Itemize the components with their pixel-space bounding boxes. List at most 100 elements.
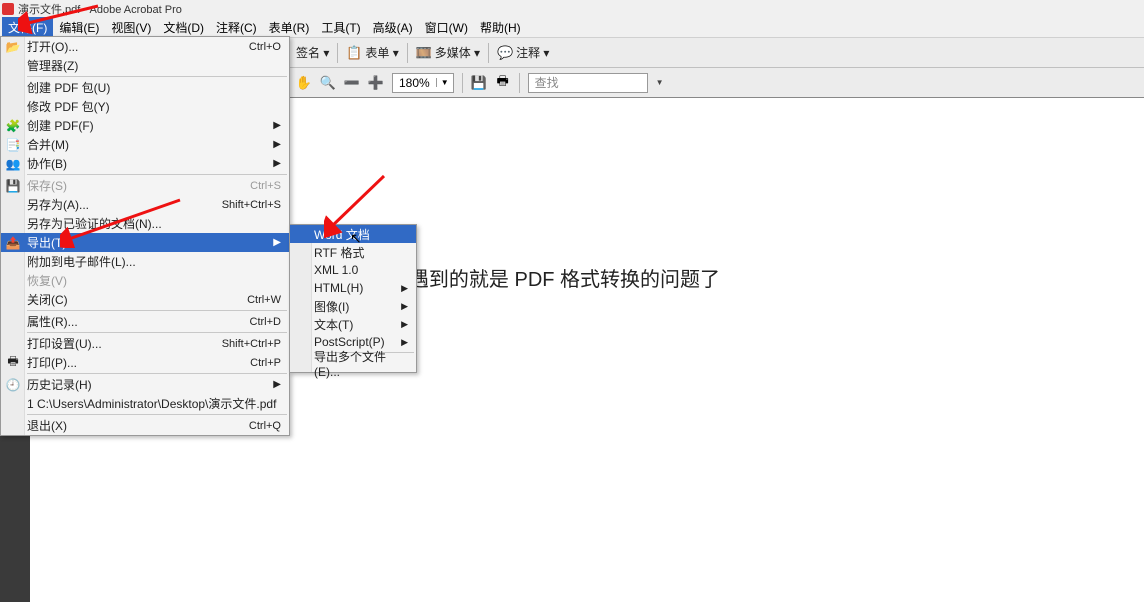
menu-shortcut: Shift+Ctrl+P (222, 338, 281, 350)
menu-separator (27, 373, 287, 374)
menu-item-label: 恢复(V) (27, 272, 67, 289)
submenu-arrow-icon: ▶ (273, 237, 281, 248)
submenu-item-label: 图像(I) (314, 298, 349, 315)
hand-tool-icon[interactable]: ✋ (296, 75, 312, 91)
menubar-item[interactable]: 工具(T) (315, 17, 366, 38)
menu-item-icon: 🖶 (5, 355, 21, 371)
submenu-arrow-icon: ▶ (401, 283, 408, 294)
menu-item-label: 修改 PDF 包(Y) (27, 98, 110, 115)
multimedia-label: 多媒体 ▾ (435, 44, 480, 61)
file-menu-item[interactable]: 属性(R)...Ctrl+D (1, 312, 289, 331)
menu-separator (27, 76, 287, 77)
menubar-item[interactable]: 表单(R) (263, 17, 316, 38)
comment-button[interactable]: 💬 注释 ▾ (491, 42, 555, 63)
export-submenu-item[interactable]: HTML(H) ▶ (290, 279, 416, 297)
menu-separator (27, 174, 287, 175)
zoom-level[interactable]: 180% ▼ (392, 73, 454, 93)
window-title: 演示文件.pdf - Adobe Acrobat Pro (18, 1, 182, 17)
file-menu-item[interactable]: 另存为已验证的文档(N)... (1, 214, 289, 233)
find-placeholder: 查找 (535, 74, 559, 91)
menubar-item[interactable]: 帮助(H) (474, 17, 527, 38)
menu-item-label: 合并(M) (27, 136, 69, 153)
menu-item-label: 附加到电子邮件(L)... (27, 253, 136, 270)
export-submenu-item[interactable]: XML 1.0 (290, 261, 416, 279)
submenu-item-label: HTML(H) (314, 281, 363, 295)
zoom-tool-icon[interactable]: 🔍 (320, 75, 336, 91)
chevron-down-icon[interactable]: ▼ (436, 78, 453, 87)
menubar-item[interactable]: 窗口(W) (419, 17, 474, 38)
menu-item-icon: 🧩 (5, 118, 21, 134)
zoom-value: 180% (393, 76, 436, 90)
file-menu-item[interactable]: 🧩创建 PDF(F)▶ (1, 116, 289, 135)
zoom-out-icon[interactable]: ➖ (344, 75, 360, 91)
menubar-item[interactable]: 高级(A) (367, 17, 419, 38)
comment-icon: 💬 (497, 45, 513, 61)
file-menu-dropdown: 📂 打开(O)... Ctrl+O 管理器(Z) 创建 PDF 包(U)修改 PDF 包… (0, 36, 290, 436)
export-submenu-item[interactable]: 导出多个文件(E)... (290, 354, 416, 372)
submenu-arrow-icon: ▶ (401, 301, 408, 312)
menu-item-label: 退出(X) (27, 417, 67, 434)
file-menu-item[interactable]: 📤导出(T)▶ (1, 233, 289, 252)
zoom-in-icon[interactable]: ➕ (368, 75, 384, 91)
menu-shortcut: Ctrl+W (247, 294, 281, 306)
save-icon[interactable]: 💾 (471, 75, 487, 91)
separator (337, 43, 338, 63)
submenu-arrow-icon: ▶ (273, 139, 281, 150)
separator (407, 43, 408, 63)
multimedia-button[interactable]: 🎞️ 多媒体 ▾ (410, 42, 486, 63)
menu-item-label: 导出(T) (27, 234, 66, 251)
file-menu-item[interactable]: 打印设置(U)... Shift+Ctrl+P (1, 334, 289, 353)
menu-item-label: 打印设置(U)... (27, 335, 102, 352)
file-menu-item[interactable]: 📑合并(M)▶ (1, 135, 289, 154)
menubar-item[interactable]: 编辑(E) (53, 17, 105, 38)
menu-item-label: 创建 PDF(F) (27, 117, 94, 134)
menu-item-label: 关闭(C) (27, 291, 68, 308)
menu-shortcut: Ctrl+P (250, 357, 281, 369)
chevron-down-icon[interactable]: ▼ (656, 78, 664, 87)
title-bar: 演示文件.pdf - Adobe Acrobat Pro (0, 0, 1144, 18)
file-menu-item[interactable]: 附加到电子邮件(L)... (1, 252, 289, 271)
submenu-item-label: 导出多个文件(E)... (314, 348, 408, 379)
file-menu-item[interactable]: 管理器(Z) (1, 56, 289, 75)
menu-item-label: 打开(O)... (27, 38, 78, 55)
mouse-cursor: ↖ (350, 230, 362, 247)
menu-bar: 文件(F)编辑(E)视图(V)文档(D)注释(C)表单(R)工具(T)高级(A)… (0, 18, 1144, 38)
sign-button[interactable]: 签名 ▾ (290, 42, 335, 63)
comment-label: 注释 ▾ (516, 44, 549, 61)
menubar-item[interactable]: 注释(C) (210, 17, 263, 38)
file-menu-item[interactable]: 🖶打印(P)...Ctrl+P (1, 353, 289, 372)
menu-item-icon: 📂 (5, 39, 21, 55)
menu-item-label: 保存(S) (27, 177, 67, 194)
file-menu-item[interactable]: 退出(X)Ctrl+Q (1, 416, 289, 435)
separator (488, 43, 489, 63)
file-menu-item[interactable]: 🕘历史记录(H)▶ (1, 375, 289, 394)
sign-label: 签名 ▾ (296, 44, 329, 61)
file-menu-item[interactable]: 1 C:\Users\Administrator\Desktop\演示文件.pd… (1, 394, 289, 413)
export-submenu-item[interactable]: 图像(I) ▶ (290, 297, 416, 315)
print-icon[interactable]: 🖶 (495, 75, 511, 91)
file-menu-item[interactable]: 👥协作(B)▶ (1, 154, 289, 173)
forms-label: 表单 ▾ (365, 44, 398, 61)
find-input[interactable]: 查找 (528, 73, 648, 93)
submenu-arrow-icon: ▶ (401, 337, 408, 348)
file-menu-item[interactable]: 另存为(A)...Shift+Ctrl+S (1, 195, 289, 214)
file-menu-item[interactable]: 📂 打开(O)... Ctrl+O (1, 37, 289, 56)
menubar-item[interactable]: 文档(D) (157, 17, 210, 38)
menu-item-icon: 🕘 (5, 377, 21, 393)
file-menu-item[interactable]: 关闭(C) Ctrl+W (1, 290, 289, 309)
menu-item-label: 历史记录(H) (27, 376, 92, 393)
submenu-arrow-icon: ▶ (273, 158, 281, 169)
forms-button[interactable]: 📋 表单 ▾ (340, 42, 404, 63)
file-menu-item[interactable]: 修改 PDF 包(Y) (1, 97, 289, 116)
menu-shortcut: Shift+Ctrl+S (222, 199, 281, 211)
export-submenu-item[interactable]: 文本(T)▶ (290, 315, 416, 333)
menubar-item[interactable]: 文件(F) (2, 17, 53, 38)
menu-separator (27, 414, 287, 415)
menu-separator (27, 332, 287, 333)
file-menu-item[interactable]: 创建 PDF 包(U) (1, 78, 289, 97)
file-menu-item: 恢复(V) (1, 271, 289, 290)
menubar-item[interactable]: 视图(V) (105, 17, 157, 38)
submenu-item-label: 文本(T) (314, 316, 353, 333)
menu-item-label: 另存为已验证的文档(N)... (27, 215, 162, 232)
menu-shortcut: Ctrl+O (249, 41, 281, 53)
